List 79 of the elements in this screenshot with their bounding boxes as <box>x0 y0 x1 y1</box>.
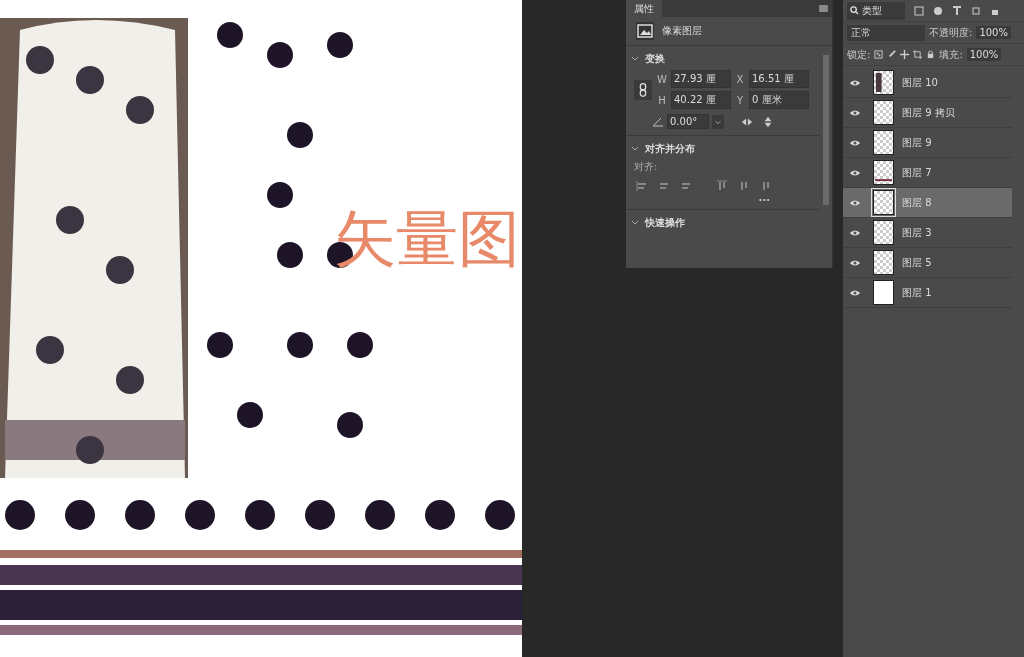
flip-vertical-icon[interactable] <box>762 115 774 128</box>
shape-filter-icon[interactable] <box>971 5 981 16</box>
angle-field[interactable]: 0.00° <box>667 114 709 129</box>
layer-row[interactable]: 图层 9 <box>843 128 1012 158</box>
layer-row[interactable]: 图层 3 <box>843 218 1012 248</box>
layer-name: 图层 8 <box>902 195 932 210</box>
blend-mode-dropdown[interactable]: 正常 <box>847 24 925 41</box>
filter-dropdown[interactable]: 类型 <box>847 1 905 20</box>
align-icon[interactable] <box>680 180 692 192</box>
eye-icon[interactable] <box>849 228 861 237</box>
layer-thumbnail <box>873 100 894 125</box>
eye-icon[interactable] <box>849 288 861 297</box>
eye-icon[interactable] <box>849 78 861 87</box>
align-icon[interactable] <box>658 180 670 192</box>
layer-thumbnail <box>873 190 894 215</box>
link-icon[interactable] <box>634 79 652 100</box>
eye-icon[interactable] <box>849 258 861 267</box>
align-icon[interactable] <box>738 180 750 192</box>
eye-icon[interactable] <box>849 198 861 207</box>
layer-thumbnail <box>873 160 894 185</box>
fill-label: 填充: <box>939 47 963 62</box>
properties-tab[interactable]: 属性 <box>626 0 662 17</box>
overlay-title: 矢量图 <box>334 205 520 274</box>
layer-thumbnail <box>873 130 894 155</box>
layer-name: 图层 10 <box>902 75 938 90</box>
width-field[interactable]: 27.93 厘 <box>671 70 731 88</box>
image-icon <box>636 22 654 40</box>
x-field[interactable]: 16.51 厘 <box>749 70 809 88</box>
layer-name: 图层 5 <box>902 255 932 270</box>
layer-thumbnail <box>873 280 894 305</box>
x-label: X <box>735 73 745 85</box>
layer-row[interactable]: 图层 9 拷贝 <box>843 98 1012 128</box>
adjustment-filter-icon[interactable] <box>933 5 943 16</box>
layer-thumbnail <box>873 70 894 95</box>
align-icon[interactable] <box>636 180 648 192</box>
fill-field[interactable]: 100% <box>966 48 1002 61</box>
align-label: 对齐: <box>633 160 659 174</box>
width-label: W <box>656 73 668 85</box>
section-header[interactable]: 对齐并分布 <box>626 136 820 160</box>
layer-row[interactable]: 图层 10 <box>843 68 1012 98</box>
eye-icon[interactable] <box>849 168 861 177</box>
crop-icon[interactable] <box>913 50 923 59</box>
layer-name: 图层 1 <box>902 285 932 300</box>
angle-icon <box>652 116 664 127</box>
layer-row[interactable]: 图层 1 <box>843 278 1012 308</box>
image-filter-icon[interactable] <box>914 5 924 16</box>
align-icon[interactable] <box>716 180 728 192</box>
search-icon <box>850 6 859 15</box>
layer-type-label: 像素图层 <box>662 24 702 38</box>
eye-icon[interactable] <box>849 108 861 117</box>
chevron-icon <box>631 219 639 227</box>
layer-row[interactable]: 图层 5 <box>843 248 1012 278</box>
more-button[interactable]: ... <box>626 192 820 203</box>
lock-label: 锁定: <box>847 47 871 62</box>
move-icon[interactable] <box>900 50 910 59</box>
lock-icon[interactable] <box>926 50 936 59</box>
type-filter-icon[interactable] <box>952 5 962 16</box>
layer-name: 图层 9 拷贝 <box>902 105 955 120</box>
section-header[interactable]: 快速操作 <box>626 210 820 234</box>
layer-thumbnail <box>873 220 894 245</box>
height-field[interactable]: 40.22 厘 <box>671 91 731 109</box>
height-label: H <box>657 94 667 106</box>
layer-name: 图层 3 <box>902 225 932 240</box>
y-label: Y <box>735 94 745 106</box>
scrollbar[interactable] <box>823 55 829 205</box>
eye-icon[interactable] <box>849 138 861 147</box>
opacity-field[interactable]: 100% <box>976 26 1011 39</box>
y-field[interactable]: 0 厘米 <box>749 91 809 109</box>
layer-row[interactable]: 图层 8 <box>843 188 1012 218</box>
chevron-icon <box>631 145 639 153</box>
section-header[interactable]: 变换 <box>626 46 820 70</box>
align-icon[interactable] <box>760 180 772 192</box>
layer-thumbnail <box>873 250 894 275</box>
layer-name: 图层 9 <box>902 135 932 150</box>
brush-icon[interactable] <box>887 50 897 59</box>
lock-pixels-icon[interactable] <box>874 50 884 59</box>
layer-name: 图层 7 <box>902 165 932 180</box>
opacity-label: 不透明度: <box>929 25 973 40</box>
chevron-icon <box>631 55 639 63</box>
